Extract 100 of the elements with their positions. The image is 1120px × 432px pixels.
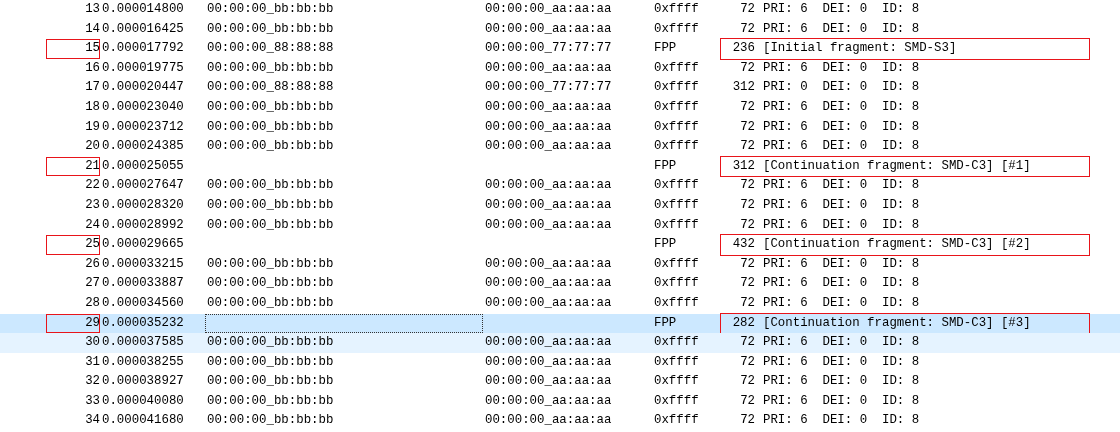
packet-length: 72 bbox=[740, 21, 755, 36]
packet-number: 20 bbox=[85, 139, 100, 154]
packet-length: 72 bbox=[740, 119, 755, 134]
packet-row[interactable]: 13 0.000014800 00:00:00_bb:bb:bb 00:00:00_aa:aa:aa 0xffff 72 PRI: 6 DEI: 0 ID: 8 bbox=[0, 0, 1120, 20]
focused-cell[interactable] bbox=[205, 313, 483, 334]
packet-info: PRI: 0 DEI: 0 ID: 8 bbox=[763, 80, 920, 95]
packet-source: 00:00:00_bb:bb:bb bbox=[207, 276, 334, 291]
packet-row[interactable]: 26 0.000033215 00:00:00_bb:bb:bb 00:00:00_aa:aa:aa 0xffff 72 PRI: 6 DEI: 0 ID: 8 bbox=[0, 254, 1120, 275]
packet-source: 00:00:00_bb:bb:bb bbox=[207, 2, 334, 16]
packet-length: 72 bbox=[740, 2, 755, 16]
packet-number: 14 bbox=[85, 21, 100, 36]
packet-protocol: 0xffff bbox=[654, 335, 699, 350]
packet-time: 0.000023712 bbox=[102, 119, 184, 134]
packet-number: 28 bbox=[85, 295, 100, 310]
packet-row[interactable]: 23 0.000028320 00:00:00_bb:bb:bb 00:00:00_aa:aa:aa 0xffff 72 PRI: 6 DEI: 0 ID: 8 bbox=[0, 195, 1120, 216]
packet-number: 31 bbox=[85, 354, 100, 369]
packet-number: 13 bbox=[85, 2, 100, 16]
packet-source: 00:00:00_bb:bb:bb bbox=[207, 60, 334, 75]
packet-time: 0.000028320 bbox=[102, 197, 184, 212]
packet-row[interactable]: 30 0.000037585 00:00:00_bb:bb:bb 00:00:00_aa:aa:aa 0xffff 72 PRI: 6 DEI: 0 ID: 8 bbox=[0, 333, 1120, 353]
packet-number: 29 bbox=[85, 315, 100, 330]
packet-protocol: FPP bbox=[654, 41, 677, 56]
annotation-box bbox=[46, 313, 100, 334]
packet-row[interactable]: 33 0.000040080 00:00:00_bb:bb:bb 00:00:00_aa:aa:aa 0xffff 72 PRI: 6 DEI: 0 ID: 8 bbox=[0, 391, 1120, 412]
packet-row[interactable]: 16 0.000019775 00:00:00_bb:bb:bb 00:00:00_aa:aa:aa 0xffff 72 PRI: 6 DEI: 0 ID: 8 bbox=[0, 58, 1120, 79]
packet-number: 26 bbox=[85, 256, 100, 271]
packet-length: 72 bbox=[740, 197, 755, 212]
packet-info: PRI: 6 DEI: 0 ID: 8 bbox=[763, 21, 920, 36]
packet-number: 15 bbox=[85, 41, 100, 56]
packet-number: 24 bbox=[85, 217, 100, 232]
packet-info: PRI: 6 DEI: 0 ID: 8 bbox=[763, 178, 920, 193]
packet-info: PRI: 6 DEI: 0 ID: 8 bbox=[763, 413, 920, 428]
packet-number: 21 bbox=[85, 158, 100, 173]
packet-time: 0.000038255 bbox=[102, 354, 184, 369]
packet-destination: 00:00:00_aa:aa:aa bbox=[485, 217, 612, 232]
packet-info: PRI: 6 DEI: 0 ID: 8 bbox=[763, 354, 920, 369]
packet-length: 72 bbox=[740, 139, 755, 154]
packet-number: 25 bbox=[85, 237, 100, 252]
packet-info: [Continuation fragment: SMD-C3] [#3] bbox=[763, 315, 1031, 330]
packet-number: 18 bbox=[85, 99, 100, 114]
packet-row[interactable]: 25 0.000029665 FPP 432 [Continuation fragment: SMD-C3] [#2] bbox=[0, 235, 1120, 255]
packet-time: 0.000027647 bbox=[102, 178, 184, 193]
packet-row[interactable]: 20 0.000024385 00:00:00_bb:bb:bb 00:00:00_aa:aa:aa 0xffff 72 PRI: 6 DEI: 0 ID: 8 bbox=[0, 137, 1120, 157]
packet-destination: 00:00:00_aa:aa:aa bbox=[485, 335, 612, 350]
packet-destination: 00:00:00_aa:aa:aa bbox=[485, 99, 612, 114]
packet-row[interactable]: 34 0.000041680 00:00:00_bb:bb:bb 00:00:00_aa:aa:aa 0xffff 72 PRI: 6 DEI: 0 ID: 8 bbox=[0, 411, 1120, 432]
packet-row[interactable]: 32 0.000038927 00:00:00_bb:bb:bb 00:00:00_aa:aa:aa 0xffff 72 PRI: 6 DEI: 0 ID: 8 bbox=[0, 372, 1120, 392]
packet-row[interactable]: 14 0.000016425 00:00:00_bb:bb:bb 00:00:00_aa:aa:aa 0xffff 72 PRI: 6 DEI: 0 ID: 8 bbox=[0, 19, 1120, 40]
packet-protocol: 0xffff bbox=[654, 60, 699, 75]
packet-time: 0.000033215 bbox=[102, 256, 184, 271]
packet-length: 236 bbox=[732, 41, 755, 56]
packet-row[interactable]: 24 0.000028992 00:00:00_bb:bb:bb 00:00:00_aa:aa:aa 0xffff 72 PRI: 6 DEI: 0 ID: 8 bbox=[0, 215, 1120, 236]
packet-row[interactable]: 15 0.000017792 00:00:00_88:88:88 00:00:00_77:77:77 FPP 236 [Initial fragment: SMD-S3] bbox=[0, 39, 1120, 59]
packet-info: [Continuation fragment: SMD-C3] [#2] bbox=[763, 237, 1031, 252]
packet-length: 72 bbox=[740, 178, 755, 193]
packet-time: 0.000028992 bbox=[102, 217, 184, 232]
packet-info: PRI: 6 DEI: 0 ID: 8 bbox=[763, 393, 920, 408]
packet-destination: 00:00:00_aa:aa:aa bbox=[485, 393, 612, 408]
packet-number: 19 bbox=[85, 119, 100, 134]
packet-protocol: 0xffff bbox=[654, 374, 699, 389]
packet-row[interactable]: 17 0.000020447 00:00:00_88:88:88 00:00:00_77:77:77 0xffff 312 PRI: 0 DEI: 0 ID: 8 bbox=[0, 78, 1120, 98]
packet-length: 312 bbox=[732, 158, 755, 173]
packet-row[interactable]: 29 0.000035232 FPP 282 [Continuation fragment: SMD-C3] [#3] bbox=[0, 313, 1120, 334]
packet-protocol: 0xffff bbox=[654, 354, 699, 369]
packet-destination: 00:00:00_77:77:77 bbox=[485, 41, 612, 56]
packet-info: PRI: 6 DEI: 0 ID: 8 bbox=[763, 2, 920, 16]
packet-row[interactable]: 21 0.000025055 FPP 312 [Continuation fragment: SMD-C3] [#1] bbox=[0, 156, 1120, 177]
packet-time: 0.000033887 bbox=[102, 276, 184, 291]
packet-time: 0.000038927 bbox=[102, 374, 184, 389]
packet-info: PRI: 6 DEI: 0 ID: 8 bbox=[763, 99, 920, 114]
packet-destination: 00:00:00_aa:aa:aa bbox=[485, 139, 612, 154]
packet-source: 00:00:00_bb:bb:bb bbox=[207, 178, 334, 193]
packet-row[interactable]: 19 0.000023712 00:00:00_bb:bb:bb 00:00:00_aa:aa:aa 0xffff 72 PRI: 6 DEI: 0 ID: 8 bbox=[0, 117, 1120, 138]
packet-time: 0.000017792 bbox=[102, 41, 184, 56]
packet-protocol: 0xffff bbox=[654, 393, 699, 408]
packet-time: 0.000035232 bbox=[102, 315, 184, 330]
packet-destination: 00:00:00_aa:aa:aa bbox=[485, 197, 612, 212]
packet-info: [Initial fragment: SMD-S3] bbox=[763, 41, 957, 56]
packet-source: 00:00:00_bb:bb:bb bbox=[207, 295, 334, 310]
packet-destination: 00:00:00_aa:aa:aa bbox=[485, 354, 612, 369]
packet-length: 72 bbox=[740, 393, 755, 408]
packet-row[interactable]: 27 0.000033887 00:00:00_bb:bb:bb 00:00:00_aa:aa:aa 0xffff 72 PRI: 6 DEI: 0 ID: 8 bbox=[0, 274, 1120, 294]
packet-number: 23 bbox=[85, 197, 100, 212]
packet-row[interactable]: 31 0.000038255 00:00:00_bb:bb:bb 00:00:00_aa:aa:aa 0xffff 72 PRI: 6 DEI: 0 ID: 8 bbox=[0, 352, 1120, 373]
annotation-box bbox=[46, 235, 100, 255]
packet-protocol: 0xffff bbox=[654, 2, 699, 16]
packet-time: 0.000037585 bbox=[102, 335, 184, 350]
packet-length: 72 bbox=[740, 354, 755, 369]
packet-number: 34 bbox=[85, 413, 100, 428]
packet-time: 0.000023040 bbox=[102, 99, 184, 114]
packet-source: 00:00:00_bb:bb:bb bbox=[207, 256, 334, 271]
packet-time: 0.000029665 bbox=[102, 237, 184, 252]
packet-time: 0.000016425 bbox=[102, 21, 184, 36]
packet-number: 33 bbox=[85, 393, 100, 408]
packet-row[interactable]: 28 0.000034560 00:00:00_bb:bb:bb 00:00:00_aa:aa:aa 0xffff 72 PRI: 6 DEI: 0 ID: 8 bbox=[0, 293, 1120, 314]
packet-number: 32 bbox=[85, 374, 100, 389]
packet-row[interactable]: 18 0.000023040 00:00:00_bb:bb:bb 00:00:00_aa:aa:aa 0xffff 72 PRI: 6 DEI: 0 ID: 8 bbox=[0, 97, 1120, 118]
packet-row[interactable]: 22 0.000027647 00:00:00_bb:bb:bb 00:00:00_aa:aa:aa 0xffff 72 PRI: 6 DEI: 0 ID: 8 bbox=[0, 176, 1120, 196]
packet-length: 72 bbox=[740, 256, 755, 271]
packet-number: 27 bbox=[85, 276, 100, 291]
